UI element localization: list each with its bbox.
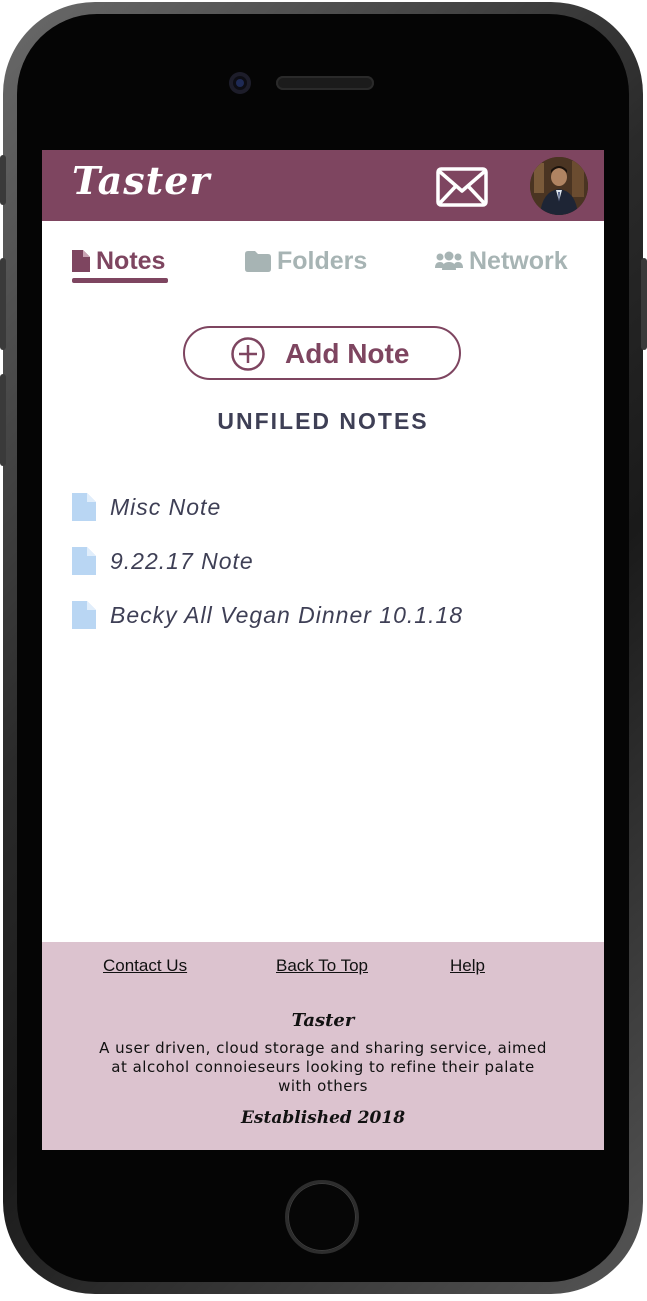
earpiece-speaker [276, 76, 374, 90]
taster-logo[interactable]: Taster [72, 158, 210, 203]
list-item[interactable]: Becky All Vegan Dinner 10.1.18 [72, 588, 592, 642]
tab-network[interactable]: Network [435, 241, 568, 281]
note-title: Becky All Vegan Dinner 10.1.18 [110, 601, 464, 628]
document-icon [72, 250, 90, 272]
tab-folders[interactable]: Folders [245, 241, 367, 281]
add-note-button[interactable]: Add Note [183, 326, 461, 380]
tab-notes-label: Notes [96, 246, 166, 275]
app-screen: Taster Notes Folders Network Add Note UN… [42, 150, 604, 1150]
app-header: Taster [42, 150, 604, 221]
note-title: Misc Note [110, 493, 222, 520]
footer-brand: Taster [291, 1010, 355, 1031]
section-title: UNFILED NOTES [217, 408, 429, 434]
envelope-icon[interactable] [436, 167, 488, 207]
list-item[interactable]: 9.22.17 Note [72, 534, 592, 588]
footer-established: Established 2018 [240, 1108, 406, 1128]
tab-folders-label: Folders [277, 246, 368, 275]
note-list: Misc Note 9.22.17 Note Becky All Vegan D… [72, 480, 592, 642]
users-icon [435, 251, 463, 270]
contact-us-link[interactable]: Contact Us [103, 956, 187, 976]
document-icon [72, 601, 96, 629]
footer-description: A user driven, cloud storage and sharing… [99, 1039, 547, 1095]
add-note-label: Add Note [285, 338, 410, 369]
tab-notes[interactable]: Notes [72, 241, 165, 281]
back-to-top-link[interactable]: Back To Top [276, 956, 368, 976]
volume-down-button [0, 374, 6, 466]
home-button[interactable] [285, 1180, 359, 1254]
footer: Contact Us Back To Top Help Taster A use… [42, 942, 604, 1150]
active-tab-indicator [72, 278, 168, 283]
front-camera [229, 72, 251, 94]
tab-bar: Notes Folders Network [42, 221, 604, 291]
user-avatar[interactable] [530, 157, 588, 215]
folder-icon [245, 250, 271, 272]
note-title: 9.22.17 Note [110, 547, 254, 574]
avatar-image [530, 157, 588, 215]
document-icon [72, 547, 96, 575]
power-button [641, 258, 647, 350]
document-icon [72, 493, 96, 521]
volume-up-button [0, 258, 6, 350]
help-link[interactable]: Help [450, 956, 485, 976]
tab-network-label: Network [469, 246, 568, 275]
silent-switch [0, 155, 6, 205]
list-item[interactable]: Misc Note [72, 480, 592, 534]
plus-circle-icon [231, 337, 265, 371]
